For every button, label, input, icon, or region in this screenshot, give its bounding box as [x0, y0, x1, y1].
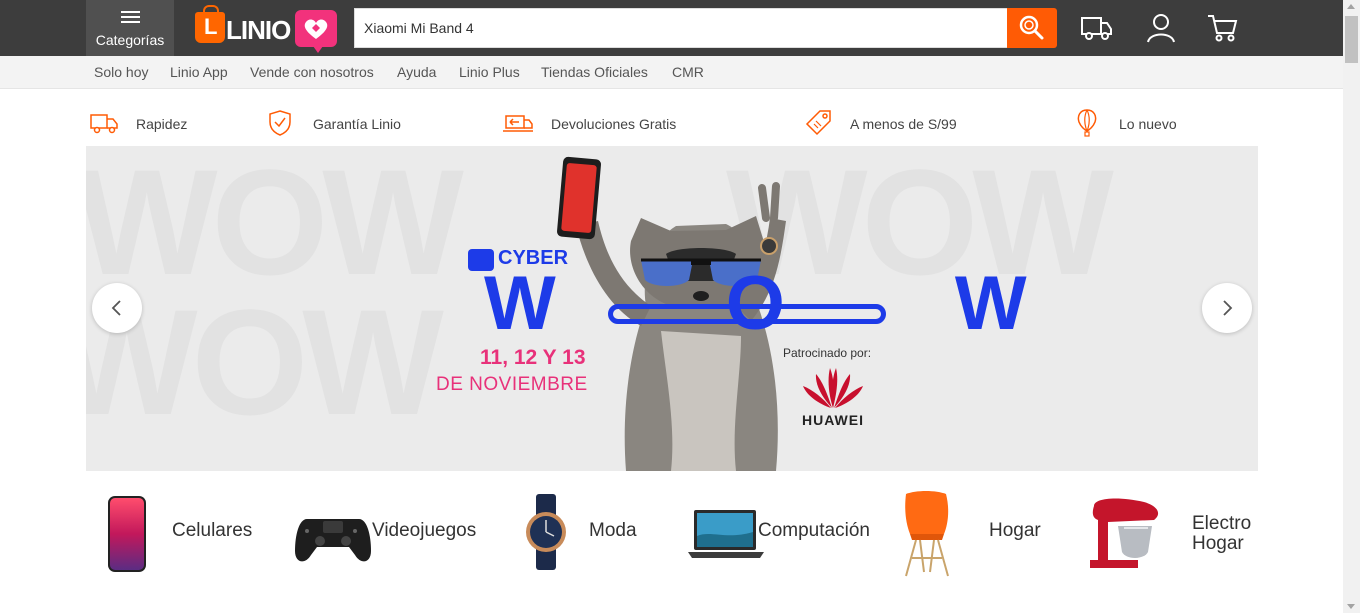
game-controller-image [295, 519, 371, 562]
smartphone-image [108, 496, 146, 572]
linio-logo[interactable]: L LINIO [195, 5, 340, 53]
return-truck-icon [503, 115, 533, 132]
categories-menu-button[interactable]: Categorías [86, 0, 174, 56]
sponsor-name: HUAWEI [802, 412, 864, 428]
price-tag-icon [805, 110, 831, 136]
laptop-image [688, 510, 764, 558]
benefit-label: A menos de S/99 [850, 116, 957, 132]
nav-linio-plus[interactable]: Linio Plus [459, 64, 520, 80]
category-label: Hogar [989, 520, 1041, 541]
category-label: Moda [589, 520, 637, 541]
category-videojuegos[interactable]: Videojuegos [290, 486, 477, 581]
search-icon [1019, 15, 1044, 40]
fast-truck-icon [90, 114, 118, 134]
wristwatch-image [526, 494, 566, 570]
chevron-right-icon [1223, 300, 1233, 316]
banner-month: DE NOVIEMBRE [436, 374, 588, 395]
nav-solo-hoy[interactable]: Solo hoy [94, 64, 148, 80]
category-label: Videojuegos [372, 520, 477, 541]
nav-ayuda[interactable]: Ayuda [397, 64, 436, 80]
scrollbar-thumb[interactable] [1345, 16, 1358, 63]
search-button[interactable] [1007, 8, 1057, 48]
chevron-left-icon [111, 300, 121, 316]
category-electro-hogar[interactable]: Electro Hogar [1078, 486, 1253, 581]
categories-label: Categorías [95, 32, 165, 48]
nav-cmr[interactable]: CMR [672, 64, 704, 80]
benefit-rapidez[interactable]: Rapidez [88, 108, 208, 138]
nav-tiendas-oficiales[interactable]: Tiendas Oficiales [541, 64, 648, 80]
benefit-garantia[interactable]: Garantía Linio [266, 108, 416, 138]
hamburger-icon [121, 11, 140, 23]
nav-vende-con-nosotros[interactable]: Vende con nosotros [250, 64, 374, 80]
category-label: Computación [758, 520, 870, 541]
logo-text: LINIO [226, 15, 291, 45]
wow-bar-shape [608, 304, 886, 324]
huawei-logo-icon [803, 368, 863, 408]
shopping-cart-icon[interactable] [1206, 12, 1240, 44]
nav-linio-app[interactable]: Linio App [170, 64, 228, 80]
scroll-up-arrow-icon[interactable] [1347, 4, 1355, 9]
category-label-line1: Electro [1192, 513, 1252, 534]
benefit-label: Garantía Linio [313, 116, 401, 132]
user-account-icon[interactable] [1144, 12, 1178, 44]
search-input[interactable]: Xiaomi Mi Band 4 [354, 8, 1008, 48]
benefit-label: Rapidez [136, 116, 188, 132]
category-moda[interactable]: Moda [510, 486, 640, 581]
page-scrollbar[interactable] [1343, 0, 1360, 613]
hero-banner[interactable]: WOW WOW WOW CYBER WOW 11, 12 Y 13 DE NOV… [86, 146, 1258, 471]
category-celulares[interactable]: Celulares [100, 486, 260, 581]
sponsor-label: Patrocinado por: [783, 346, 872, 360]
category-computacion[interactable]: Computación [686, 486, 870, 581]
heart-tag-icon [295, 10, 337, 53]
benefit-label: Lo nuevo [1119, 116, 1177, 132]
banner-dates: 11, 12 Y 13 [480, 346, 586, 369]
top-header: Categorías L LINIO Xiaomi Mi Band 4 [0, 0, 1343, 56]
shipping-truck-icon[interactable] [1080, 12, 1114, 44]
secondary-nav: Solo hoy Linio App Vende con nosotros Ay… [0, 56, 1343, 89]
stand-mixer-image [1090, 498, 1159, 568]
benefit-devoluciones[interactable]: Devoluciones Gratis [502, 108, 692, 138]
chair-image [905, 491, 949, 577]
benefit-lo-nuevo[interactable]: Lo nuevo [1074, 108, 1194, 138]
page: Categorías L LINIO Xiaomi Mi Band 4 Solo… [0, 0, 1360, 613]
category-hogar[interactable]: Hogar [896, 486, 1046, 581]
benefit-a-menos-de[interactable]: A menos de S/99 [804, 108, 974, 138]
carousel-prev-button[interactable] [92, 283, 142, 333]
category-label: Celulares [172, 520, 253, 541]
balloon-icon [1077, 109, 1097, 137]
scroll-down-arrow-icon[interactable] [1347, 604, 1355, 609]
category-label-line2: Hogar [1192, 533, 1244, 554]
carousel-next-button[interactable] [1202, 283, 1252, 333]
benefit-label: Devoluciones Gratis [551, 116, 677, 132]
shield-check-icon [269, 110, 291, 136]
